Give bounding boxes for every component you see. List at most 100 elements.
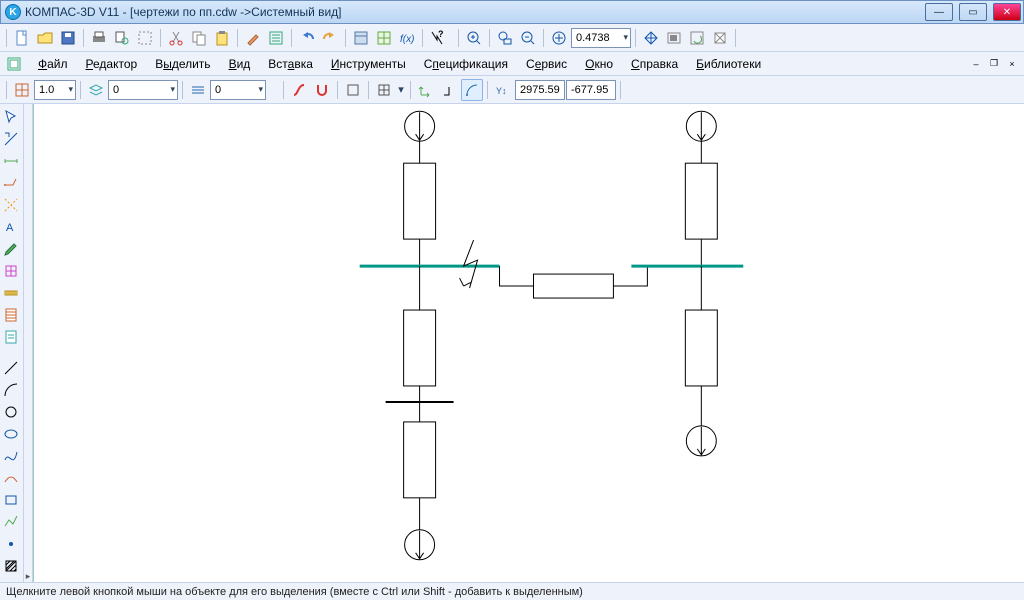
coord-x-value: 2975.59: [520, 84, 560, 96]
doc-icon[interactable]: [4, 54, 24, 74]
menu-tools[interactable]: Инструменты: [327, 55, 410, 73]
grid-dropdown-icon[interactable]: ▾: [396, 79, 406, 101]
select-tool-icon[interactable]: [0, 106, 22, 127]
lcs-icon[interactable]: [415, 79, 437, 101]
close-button[interactable]: ✕: [993, 3, 1021, 21]
undo-icon[interactable]: [296, 27, 318, 49]
menu-spec[interactable]: Спецификация: [420, 55, 512, 73]
refresh-icon[interactable]: [686, 27, 708, 49]
spline-tool-icon[interactable]: [0, 445, 22, 466]
edit-tool-icon[interactable]: [0, 238, 22, 259]
menu-file[interactable]: Файл: [34, 55, 72, 73]
manager-icon[interactable]: [350, 27, 372, 49]
mdi-close-button[interactable]: ×: [1004, 57, 1020, 71]
notation-tool-icon[interactable]: [0, 172, 22, 193]
snap-magnet-icon[interactable]: [311, 79, 333, 101]
zoom-scale-icon[interactable]: [548, 27, 570, 49]
menu-view[interactable]: Вид: [225, 55, 255, 73]
title-bar: K КОМПАС-3D V11 - [чертежи по пп.cdw ->С…: [0, 0, 1024, 24]
ortho-icon[interactable]: [438, 79, 460, 101]
print-icon[interactable]: [88, 27, 110, 49]
menu-select[interactable]: Выделить: [151, 55, 214, 73]
geometry-tool-icon[interactable]: [0, 128, 22, 149]
current-state-icon[interactable]: [11, 79, 33, 101]
new-doc-icon[interactable]: [11, 27, 33, 49]
toolbox-side: A: [0, 104, 24, 582]
scale-value: 1.0: [39, 84, 54, 96]
layer-value: 0: [113, 84, 119, 96]
zoom-combo[interactable]: 0.4738: [571, 28, 631, 48]
coord-x-field[interactable]: 2975.59: [515, 80, 565, 100]
osnap-end-icon[interactable]: [342, 79, 364, 101]
text-tool-icon[interactable]: A: [0, 216, 22, 237]
coord-label-icon: Y↕: [492, 79, 514, 101]
menu-window[interactable]: Окно: [581, 55, 617, 73]
function-icon[interactable]: f(x): [396, 27, 418, 49]
rect-tool-icon[interactable]: [0, 489, 22, 510]
variables-icon[interactable]: [373, 27, 395, 49]
construction-tool-icon[interactable]: [0, 194, 22, 215]
zoom-out-icon[interactable]: [517, 27, 539, 49]
spec-tool-icon[interactable]: [0, 304, 22, 325]
print-area-icon[interactable]: [134, 27, 156, 49]
linestyle-icon[interactable]: [187, 79, 209, 101]
zoom-window-icon[interactable]: [494, 27, 516, 49]
zoom-value: 0.4738: [576, 32, 610, 44]
copy-icon[interactable]: [188, 27, 210, 49]
cut-icon[interactable]: [165, 27, 187, 49]
coord-y-value: -677.95: [571, 84, 608, 96]
menu-service[interactable]: Сервис: [522, 55, 571, 73]
menu-editor[interactable]: Редактор: [82, 55, 142, 73]
open-icon[interactable]: [34, 27, 56, 49]
menu-insert[interactable]: Вставка: [264, 55, 317, 73]
bezier-tool-icon[interactable]: [0, 467, 22, 488]
menu-libs[interactable]: Библиотеки: [692, 55, 765, 73]
rebuild-icon[interactable]: [709, 27, 731, 49]
layer-combo[interactable]: 0: [108, 80, 178, 100]
mdi-restore-button[interactable]: ❐: [986, 57, 1002, 71]
drawing-canvas[interactable]: [33, 104, 1024, 582]
linestyle-value: 0: [215, 84, 221, 96]
grid-icon[interactable]: [373, 79, 395, 101]
redo-icon[interactable]: [319, 27, 341, 49]
hatch-tool-icon[interactable]: [0, 555, 22, 576]
menu-help[interactable]: Справка: [627, 55, 682, 73]
pan-icon[interactable]: [640, 27, 662, 49]
measure-tool-icon[interactable]: [0, 282, 22, 303]
status-hint: Щелкните левой кнопкой мыши на объекте д…: [6, 586, 583, 598]
side-expander[interactable]: ▸: [24, 104, 33, 582]
zoom-prev-icon[interactable]: [663, 27, 685, 49]
dimension-tool-icon[interactable]: [0, 150, 22, 171]
mdi-window-controls: – ❐ ×: [968, 57, 1020, 71]
circle-tool-icon[interactable]: [0, 401, 22, 422]
svg-text:Y↕: Y↕: [496, 86, 507, 96]
snap-toggle-icon[interactable]: [288, 79, 310, 101]
arc-tool-icon[interactable]: [0, 379, 22, 400]
ellipse-tool-icon[interactable]: [0, 423, 22, 444]
linestyle-combo[interactable]: 0: [210, 80, 266, 100]
maximize-button[interactable]: ▭: [959, 3, 987, 21]
brush-icon[interactable]: [242, 27, 264, 49]
reports-tool-icon[interactable]: [0, 326, 22, 347]
params-tool-icon[interactable]: [0, 260, 22, 281]
mdi-minimize-button[interactable]: –: [968, 57, 984, 71]
svg-text:f(x): f(x): [400, 34, 414, 45]
toolbar-state: 1.0 0 0 ▾ Y↕ 2975.59 -677.95: [0, 76, 1024, 104]
round-icon[interactable]: [461, 79, 483, 101]
save-icon[interactable]: [57, 27, 79, 49]
polyline-tool-icon[interactable]: [0, 511, 22, 532]
properties-icon[interactable]: [265, 27, 287, 49]
print-preview-icon[interactable]: [111, 27, 133, 49]
app-icon: K: [5, 4, 21, 20]
help-arrow-icon[interactable]: ?: [427, 27, 449, 49]
line-tool-icon[interactable]: [0, 357, 22, 378]
layers-icon[interactable]: [85, 79, 107, 101]
scale-combo[interactable]: 1.0: [34, 80, 76, 100]
point-tool-icon[interactable]: [0, 533, 22, 554]
paste-icon[interactable]: [211, 27, 233, 49]
coord-y-field[interactable]: -677.95: [566, 80, 616, 100]
svg-text:A: A: [6, 222, 14, 234]
zoom-in-icon[interactable]: [463, 27, 485, 49]
toolbar-standard: f(x) ? 0.4738: [0, 24, 1024, 52]
minimize-button[interactable]: —: [925, 3, 953, 21]
